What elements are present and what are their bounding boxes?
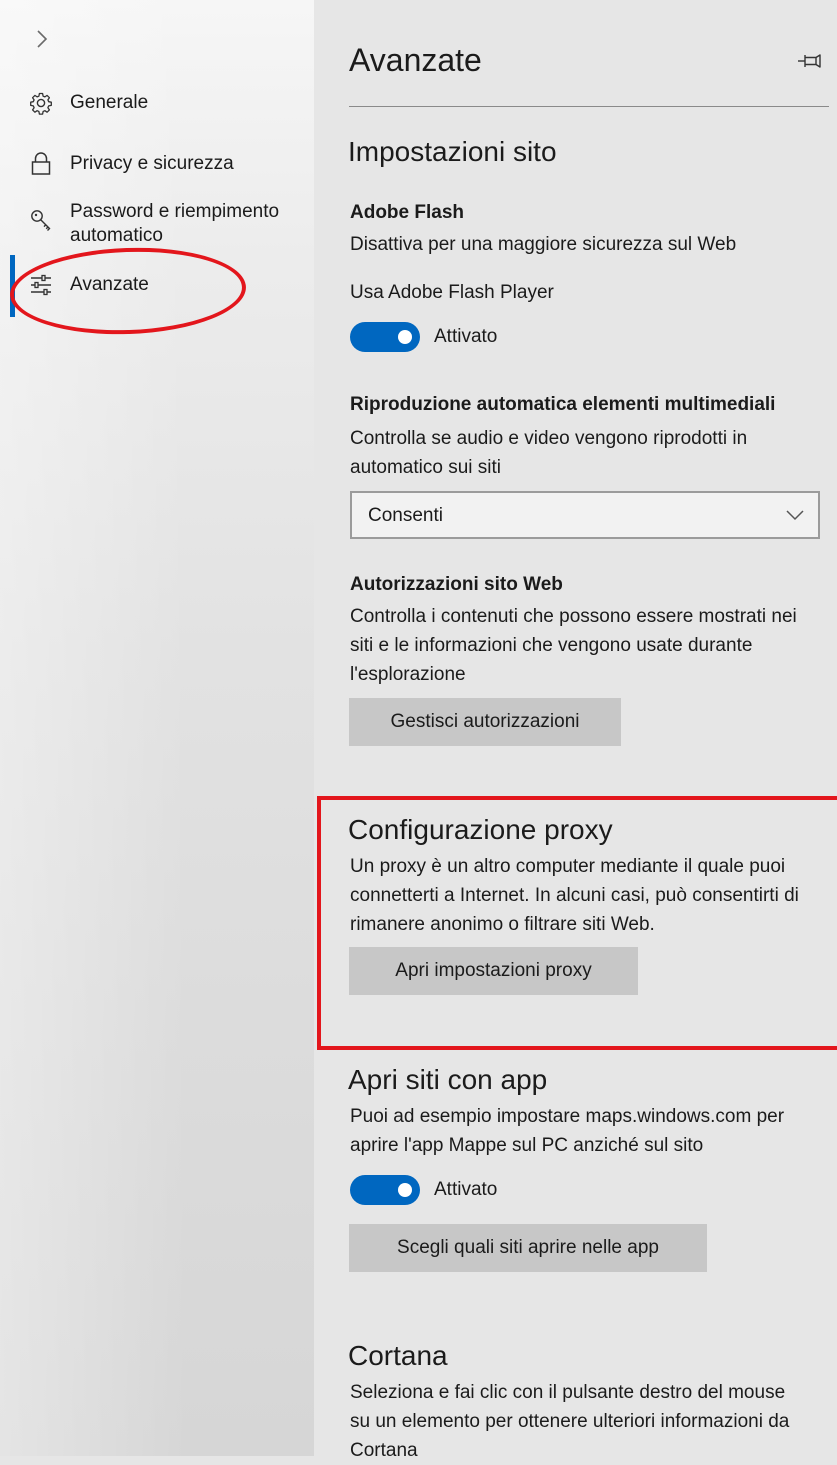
autoplay-description: Controlla se audio e video vengono ripro… (350, 428, 748, 478)
cortana-heading: Cortana (348, 1340, 448, 1371)
permissions-description: Controlla i contenuti che possono essere… (350, 606, 797, 685)
chevron-down-icon (784, 505, 806, 525)
proxy-heading: Configurazione proxy (348, 814, 613, 845)
sidebar-item-password[interactable]: Password e riempimento automatico (0, 200, 314, 250)
pin-icon[interactable] (796, 50, 824, 72)
apps-toggle[interactable] (350, 1175, 420, 1205)
flash-toggle-caption: Usa Adobe Flash Player (350, 282, 554, 303)
flash-toggle-state: Attivato (434, 326, 498, 347)
key-icon (28, 208, 54, 234)
choose-app-sites-button[interactable]: Scegli quali siti aprire nelle app (349, 1224, 707, 1272)
autoplay-select[interactable]: Consenti (350, 491, 820, 539)
flash-toggle[interactable] (350, 322, 420, 352)
sidebar-item-generale[interactable]: Generale (0, 81, 314, 125)
apps-description: Puoi ad esempio impostare maps.windows.c… (350, 1106, 785, 1156)
sidebar-item-label: Generale (70, 92, 149, 113)
page-title: Avanzate (349, 42, 482, 78)
settings-panel: Avanzate Impostazioni sito Adobe Flash D… (314, 0, 837, 1461)
sidebar-item-label: Privacy e sicurezza (70, 153, 234, 174)
gear-icon (28, 90, 54, 116)
sidebar-item-label: Password e riempimento automatico (70, 201, 280, 246)
permissions-title: Autorizzazioni sito Web (350, 574, 563, 595)
open-proxy-settings-button[interactable]: Apri impostazioni proxy (349, 947, 638, 995)
sliders-icon (28, 272, 54, 298)
apps-toggle-state: Attivato (434, 1179, 498, 1200)
expand-chevron-icon[interactable] (30, 24, 54, 54)
sidebar-item-label: Avanzate (70, 274, 149, 295)
sidebar: Generale Privacy e sicurezza Password e … (0, 0, 314, 1456)
autoplay-selected-value: Consenti (368, 505, 443, 526)
toggle-knob (398, 330, 412, 344)
sidebar-item-avanzate[interactable]: Avanzate (0, 255, 314, 317)
toggle-knob (398, 1183, 412, 1197)
autoplay-title: Riproduzione automatica elementi multime… (350, 394, 776, 415)
lock-icon (28, 151, 54, 177)
flash-title: Adobe Flash (350, 202, 465, 223)
manage-permissions-button[interactable]: Gestisci autorizzazioni (349, 698, 621, 746)
proxy-description: Un proxy è un altro computer mediante il… (350, 856, 799, 935)
cortana-description: Seleziona e fai clic con il pulsante des… (350, 1382, 790, 1461)
sidebar-item-privacy[interactable]: Privacy e sicurezza (0, 142, 314, 186)
apps-heading: Apri siti con app (348, 1064, 548, 1095)
flash-description: Disattiva per una maggiore sicurezza sul… (350, 234, 737, 255)
title-divider (349, 106, 829, 107)
site-settings-heading: Impostazioni sito (348, 136, 557, 167)
